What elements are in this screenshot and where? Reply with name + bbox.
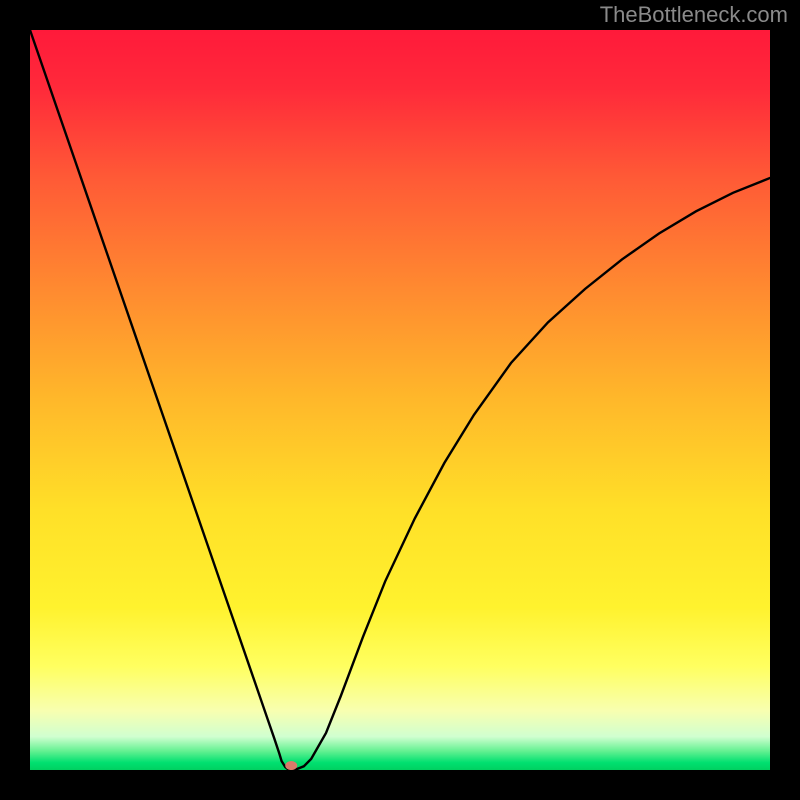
optimal-point-marker xyxy=(285,761,297,770)
bottleneck-chart: TheBottleneck.com xyxy=(0,0,800,800)
watermark-text: TheBottleneck.com xyxy=(600,2,788,28)
chart-svg xyxy=(0,0,800,800)
plot-background xyxy=(30,30,770,770)
